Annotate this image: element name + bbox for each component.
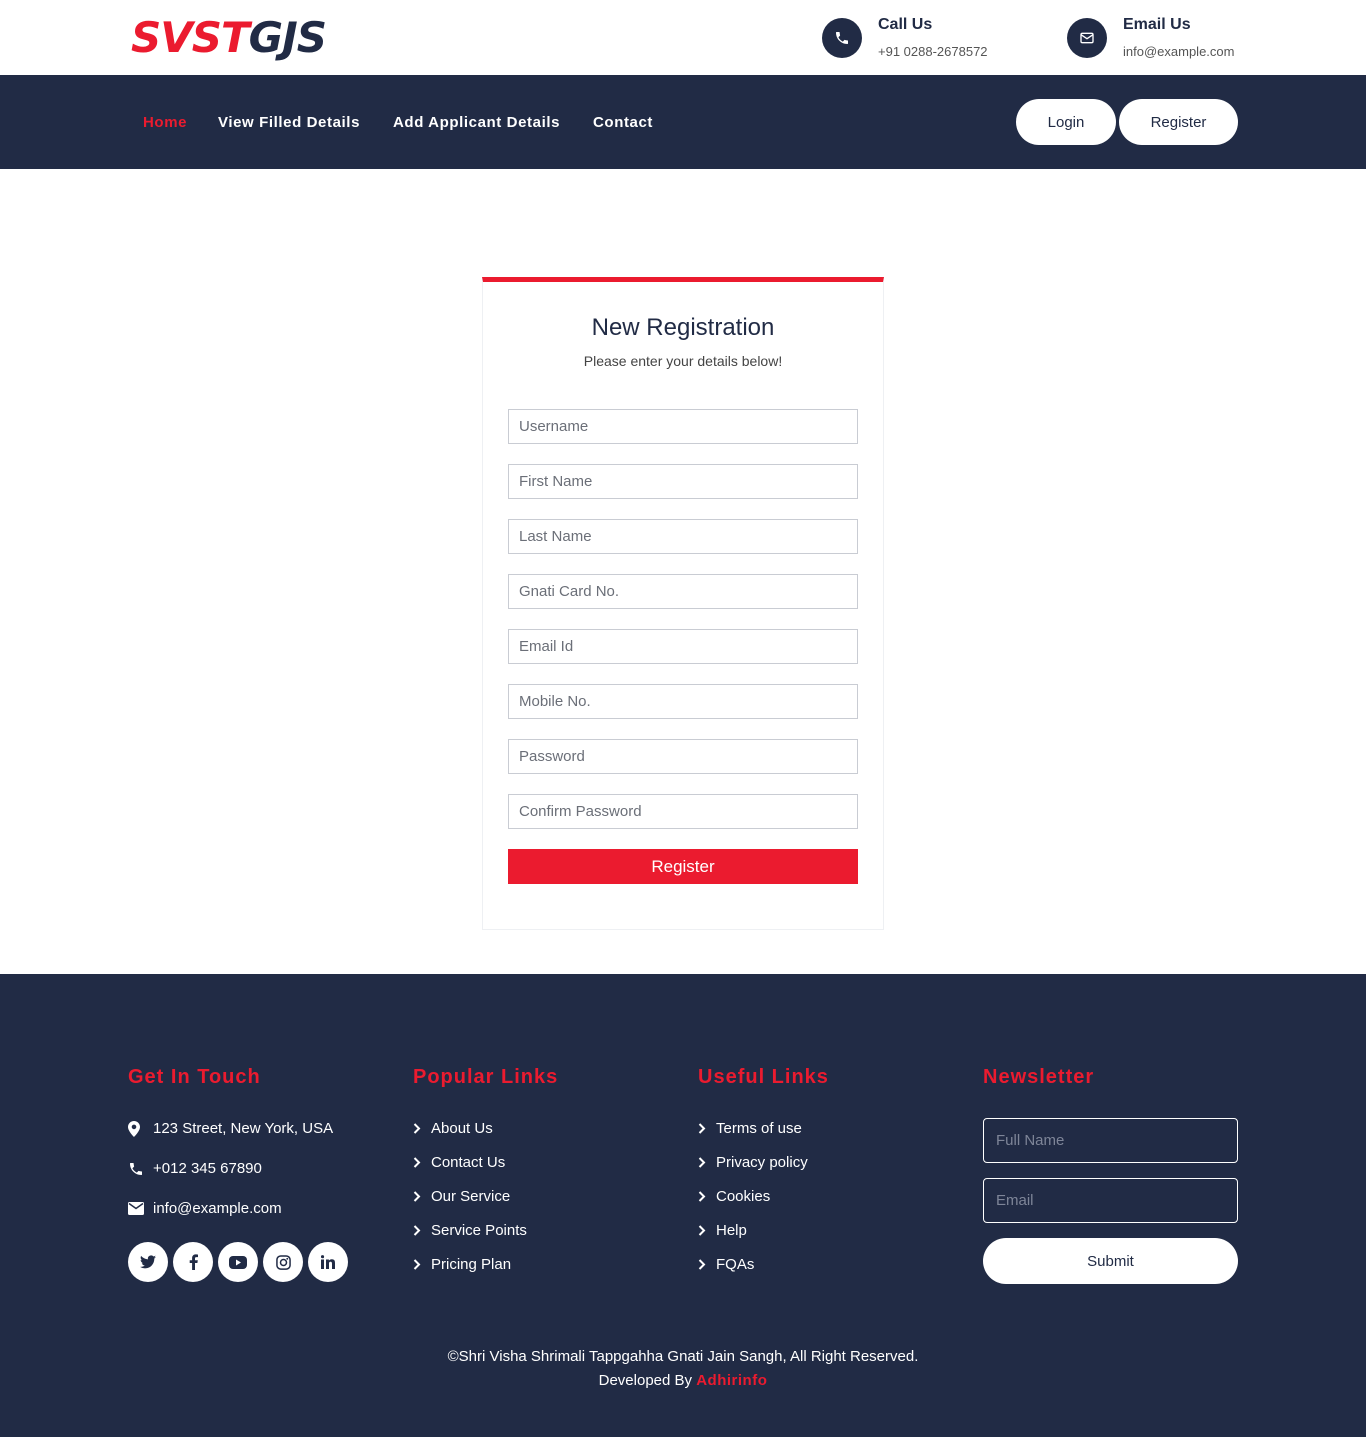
chevron-right-icon: [413, 1123, 431, 1134]
mobile-field[interactable]: [508, 684, 858, 719]
register-nav-button[interactable]: Register: [1119, 99, 1238, 145]
map-marker-icon: [128, 1120, 146, 1137]
chevron-right-icon: [698, 1123, 716, 1134]
footer-link-cookies[interactable]: Cookies: [698, 1188, 770, 1205]
chevron-right-icon: [413, 1157, 431, 1168]
footer-link-help[interactable]: Help: [698, 1222, 747, 1239]
footer-link-service-points[interactable]: Service Points: [413, 1222, 527, 1239]
logo-part-red: SVST: [131, 13, 250, 62]
footer-phone: +012 345 67890: [128, 1160, 262, 1177]
footer-email: info@example.com: [128, 1200, 282, 1217]
developed-by-label: Developed By: [598, 1372, 693, 1389]
footer-link-label: Contact Us: [431, 1154, 506, 1171]
footer-link-terms-of-use[interactable]: Terms of use: [698, 1120, 802, 1137]
footer-link-label: Service Points: [431, 1222, 527, 1239]
form-title: New Registration: [591, 314, 775, 341]
chevron-right-icon: [698, 1191, 716, 1202]
footer-link-label: Help: [716, 1222, 747, 1239]
chevron-right-icon: [698, 1157, 716, 1168]
footer-link-label: About Us: [431, 1120, 493, 1137]
footer-link-pricing-plan[interactable]: Pricing Plan: [413, 1256, 511, 1273]
main-nav: Home View Filled Details Add Applicant D…: [0, 75, 1366, 169]
footer-heading-popular-links: Popular Links: [413, 1066, 559, 1088]
footer-phone-text[interactable]: +012 345 67890: [153, 1160, 262, 1177]
last-name-field[interactable]: [508, 519, 858, 554]
footer-heading-newsletter: Newsletter: [983, 1066, 1095, 1088]
footer-link-label: Our Service: [431, 1188, 511, 1205]
registration-card: New Registration Please enter your detai…: [482, 277, 884, 930]
top-bar: SVSTGJS Call Us +91 0288-2678572 Email U…: [0, 0, 1366, 75]
register-submit-button[interactable]: Register: [508, 849, 858, 884]
developer-link[interactable]: Adhirinfo: [696, 1372, 767, 1389]
form-subtitle: Please enter your details below!: [583, 353, 783, 369]
confirm-password-field[interactable]: [508, 794, 858, 829]
newsletter-email-field[interactable]: [983, 1178, 1238, 1223]
email-us-title: Email Us: [1123, 16, 1191, 33]
youtube-icon[interactable]: [218, 1242, 258, 1282]
site-logo[interactable]: SVSTGJS: [131, 13, 327, 62]
phone-icon: [822, 18, 862, 58]
twitter-icon[interactable]: [128, 1242, 168, 1282]
footer: Get In Touch 123 Street, New York, USA +…: [0, 974, 1366, 1437]
footer-link-contact-us[interactable]: Contact Us: [413, 1154, 505, 1171]
call-us-number[interactable]: +91 0288-2678572: [878, 44, 988, 59]
newsletter-submit-button[interactable]: Submit: [983, 1238, 1238, 1284]
facebook-icon[interactable]: [173, 1242, 213, 1282]
email-field[interactable]: [508, 629, 858, 664]
footer-heading-get-in-touch: Get In Touch: [128, 1066, 261, 1088]
footer-address: 123 Street, New York, USA: [128, 1120, 333, 1137]
footer-link-our-service[interactable]: Our Service: [413, 1188, 510, 1205]
call-us-title: Call Us: [878, 16, 933, 33]
login-button[interactable]: Login: [1016, 99, 1116, 145]
chevron-right-icon: [698, 1259, 716, 1270]
chevron-right-icon: [413, 1259, 431, 1270]
copyright-text: ©Shri Visha Shrimali Tappgahha Gnati Jai…: [447, 1348, 919, 1365]
developed-by: Developed By Adhirinfo: [0, 1372, 1366, 1389]
chevron-right-icon: [413, 1191, 431, 1202]
footer-link-fqas[interactable]: FQAs: [698, 1256, 754, 1273]
footer-address-text: 123 Street, New York, USA: [153, 1120, 334, 1137]
footer-link-label: Pricing Plan: [431, 1256, 512, 1273]
footer-link-label: FQAs: [716, 1256, 755, 1273]
footer-link-label: Terms of use: [716, 1120, 802, 1137]
first-name-field[interactable]: [508, 464, 858, 499]
logo-part-navy: GJS: [248, 13, 327, 62]
instagram-icon[interactable]: [263, 1242, 303, 1282]
chevron-right-icon: [413, 1225, 431, 1236]
password-field[interactable]: [508, 739, 858, 774]
footer-link-label: Privacy policy: [716, 1154, 808, 1171]
linkedin-icon[interactable]: [308, 1242, 348, 1282]
footer-link-privacy-policy[interactable]: Privacy policy: [698, 1154, 808, 1171]
email-us-address[interactable]: info@example.com: [1123, 44, 1234, 59]
nav-home[interactable]: Home: [143, 114, 187, 131]
footer-email-text[interactable]: info@example.com: [153, 1200, 282, 1217]
nav-contact[interactable]: Contact: [593, 114, 653, 131]
phone-icon: [128, 1161, 146, 1177]
nav-add-applicant-details[interactable]: Add Applicant Details: [393, 114, 560, 131]
nav-view-filled-details[interactable]: View Filled Details: [218, 114, 360, 131]
chevron-right-icon: [698, 1225, 716, 1236]
envelope-icon: [128, 1202, 146, 1215]
newsletter-name-field[interactable]: [983, 1118, 1238, 1163]
footer-heading-useful-links: Useful Links: [698, 1066, 829, 1088]
footer-link-about-us[interactable]: About Us: [413, 1120, 493, 1137]
footer-link-label: Cookies: [716, 1188, 771, 1205]
username-field[interactable]: [508, 409, 858, 444]
envelope-icon: [1067, 18, 1107, 58]
gnati-card-field[interactable]: [508, 574, 858, 609]
